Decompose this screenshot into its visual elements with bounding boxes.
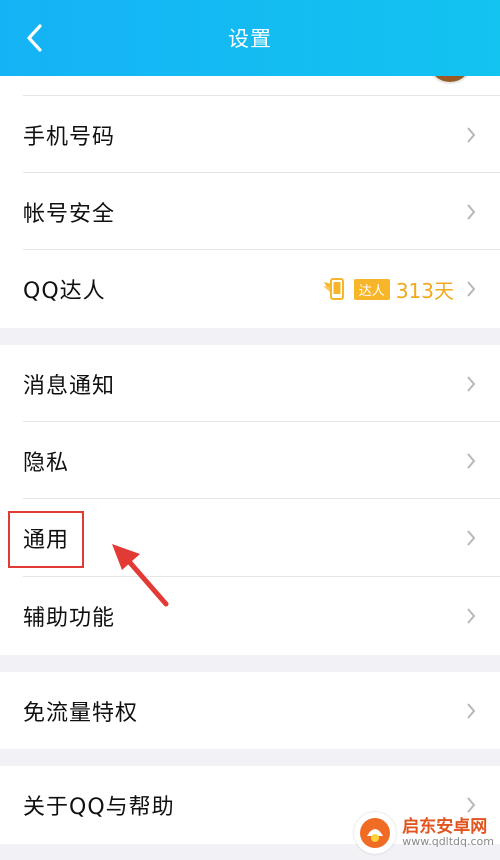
settings-item-qq-daren[interactable]: QQ达人 达人 313天 (0, 250, 500, 328)
chevron-left-icon (27, 24, 42, 52)
watermark-url: www.qdltdq.com (402, 835, 494, 849)
settings-item-label: QQ达人 (23, 279, 106, 304)
settings-item-phone[interactable]: 手机号码 (0, 96, 500, 173)
daren-badge: 达人 313天 (322, 275, 454, 304)
page-title: 设置 (228, 27, 272, 51)
settings-item-label: 免流量特权 (23, 700, 139, 726)
chevron-right-icon (464, 202, 478, 222)
back-button[interactable] (14, 18, 54, 58)
chevron-right-icon (464, 125, 478, 145)
watermark-logo-icon (354, 812, 397, 854)
settings-item-label: 帐号安全 (23, 201, 116, 227)
settings-item-privacy[interactable]: 隐私 (0, 422, 500, 499)
settings-item-label: 手机号码 (23, 124, 116, 150)
settings-item-label: 关于QQ与帮助 (23, 795, 175, 820)
highlight-box (8, 511, 84, 568)
chevron-right-icon (464, 606, 478, 626)
chevron-right-icon (464, 451, 478, 471)
settings-item-free-traffic[interactable]: 免流量特权 (0, 672, 500, 749)
settings-item-label: 隐私 (23, 450, 70, 476)
settings-item-label: 辅助功能 (23, 606, 116, 631)
red-arrow-icon (112, 544, 169, 607)
daren-days: 313天 (395, 278, 454, 303)
settings-item-notifications[interactable]: 消息通知 (0, 345, 500, 422)
chevron-right-icon (464, 528, 478, 548)
chevron-right-icon (464, 279, 478, 299)
settings-item-accessibility[interactable]: 辅助功能 (0, 577, 500, 655)
watermark: 启东安卓网 www.qdltdq.com (354, 812, 494, 854)
chevron-right-icon (464, 374, 478, 394)
chevron-right-icon (464, 701, 478, 721)
scrolled-profile-area (0, 76, 500, 96)
daren-tag: 达人 (353, 278, 390, 300)
settings-item-label: 消息通知 (23, 373, 116, 399)
settings-item-account-security[interactable]: 帐号安全 (0, 173, 500, 250)
watermark-name: 启东安卓网 (402, 816, 488, 837)
top-bar: 设置 (0, 0, 500, 76)
daren-wing-phone-icon (322, 276, 352, 302)
divider (23, 95, 500, 96)
